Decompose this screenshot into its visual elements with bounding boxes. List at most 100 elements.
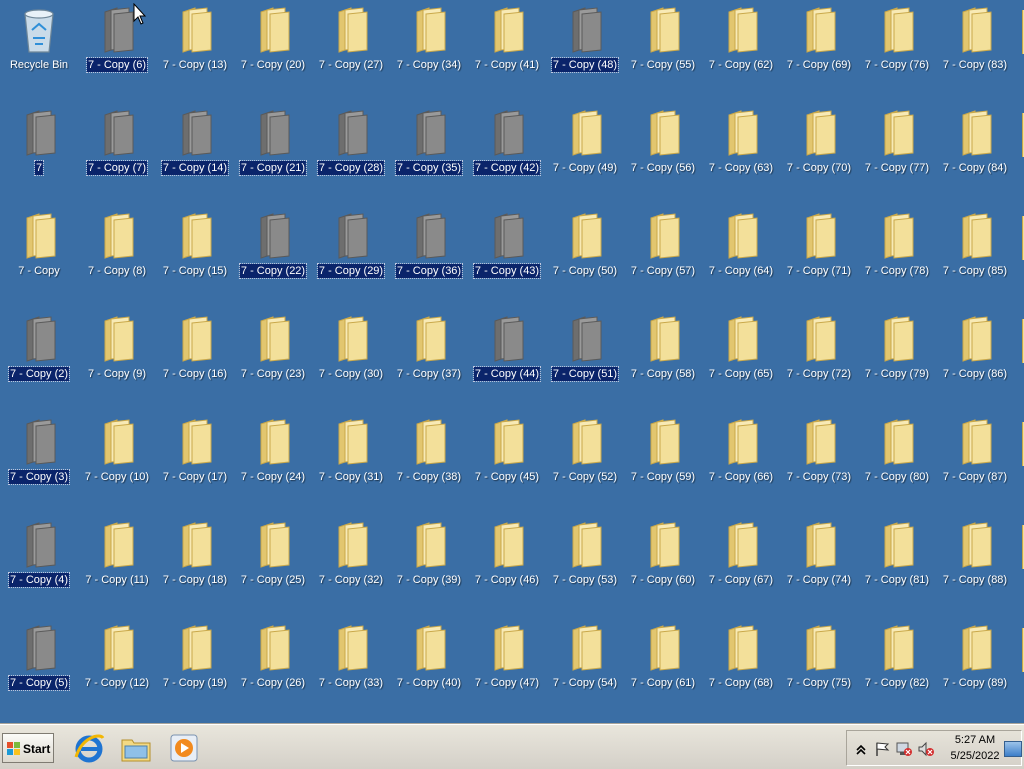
partial-folder-icon[interactable]: [1018, 8, 1024, 60]
folder-desktop-icon[interactable]: 7 - Copy (35): [390, 103, 468, 203]
internet-explorer-icon[interactable]: [72, 731, 106, 765]
recycle-bin-desktop-icon[interactable]: Recycle Bin: [0, 0, 78, 100]
folder-desktop-icon[interactable]: 7 - Copy (8): [78, 206, 156, 306]
folder-desktop-icon[interactable]: 7 - Copy (14): [156, 103, 234, 203]
folder-desktop-icon[interactable]: 7 - Copy (44): [468, 309, 546, 409]
folder-desktop-icon[interactable]: 7 - Copy (80): [858, 412, 936, 512]
folder-desktop-icon[interactable]: 7 - Copy (5): [0, 618, 78, 718]
desktop[interactable]: Recycle Bin 7 7 - Copy 7 - Copy (2) 7 - Cop…: [0, 0, 1024, 724]
folder-desktop-icon[interactable]: 7 - Copy (4): [0, 515, 78, 615]
folder-desktop-icon[interactable]: 7 - Copy (62): [702, 0, 780, 100]
show-hidden-icons-chevron[interactable]: [852, 741, 870, 757]
folder-desktop-icon[interactable]: 7 - Copy (79): [858, 309, 936, 409]
folder-desktop-icon[interactable]: 7 - Copy (23): [234, 309, 312, 409]
clock-time[interactable]: 5:27 AM: [935, 734, 1015, 746]
folder-desktop-icon[interactable]: 7 - Copy (70): [780, 103, 858, 203]
clock-date[interactable]: 5/25/2022: [935, 750, 1015, 762]
partial-folder-icon[interactable]: [1018, 523, 1024, 575]
folder-desktop-icon[interactable]: 7 - Copy (36): [390, 206, 468, 306]
folder-desktop-icon[interactable]: 7 - Copy (11): [78, 515, 156, 615]
folder-desktop-icon[interactable]: 7 - Copy (39): [390, 515, 468, 615]
folder-desktop-icon[interactable]: 7 - Copy (24): [234, 412, 312, 512]
folder-desktop-icon[interactable]: 7 - Copy (56): [624, 103, 702, 203]
action-center-flag-icon[interactable]: [873, 741, 891, 757]
volume-muted-icon[interactable]: [917, 741, 935, 757]
folder-desktop-icon[interactable]: 7 - Copy (3): [0, 412, 78, 512]
folder-desktop-icon[interactable]: 7 - Copy (31): [312, 412, 390, 512]
folder-desktop-icon[interactable]: 7 - Copy (78): [858, 206, 936, 306]
folder-desktop-icon[interactable]: 7 - Copy (61): [624, 618, 702, 718]
folder-desktop-icon[interactable]: 7 - Copy (19): [156, 618, 234, 718]
folder-desktop-icon[interactable]: 7 - Copy (66): [702, 412, 780, 512]
folder-desktop-icon[interactable]: 7 - Copy (28): [312, 103, 390, 203]
folder-desktop-icon[interactable]: 7 - Copy (74): [780, 515, 858, 615]
folder-desktop-icon[interactable]: 7 - Copy (69): [780, 0, 858, 100]
folder-desktop-icon[interactable]: 7 - Copy (85): [936, 206, 1014, 306]
partial-folder-icon[interactable]: [1018, 317, 1024, 369]
folder-desktop-icon[interactable]: 7 - Copy (52): [546, 412, 624, 512]
folder-desktop-icon[interactable]: 7 - Copy (46): [468, 515, 546, 615]
folder-desktop-icon[interactable]: 7 - Copy (37): [390, 309, 468, 409]
folder-desktop-icon[interactable]: 7 - Copy (7): [78, 103, 156, 203]
folder-desktop-icon[interactable]: 7 - Copy (41): [468, 0, 546, 100]
folder-desktop-icon[interactable]: 7 - Copy (72): [780, 309, 858, 409]
show-desktop-button[interactable]: [1004, 741, 1022, 757]
folder-desktop-icon[interactable]: 7 - Copy (27): [312, 0, 390, 100]
folder-desktop-icon[interactable]: 7 - Copy (45): [468, 412, 546, 512]
folder-desktop-icon[interactable]: 7 - Copy (60): [624, 515, 702, 615]
folder-desktop-icon[interactable]: 7 - Copy (50): [546, 206, 624, 306]
folder-desktop-icon[interactable]: 7 - Copy (65): [702, 309, 780, 409]
folder-desktop-icon[interactable]: 7 - Copy (87): [936, 412, 1014, 512]
folder-desktop-icon[interactable]: 7 - Copy (20): [234, 0, 312, 100]
folder-desktop-icon[interactable]: 7 - Copy (22): [234, 206, 312, 306]
folder-desktop-icon[interactable]: 7 - Copy (49): [546, 103, 624, 203]
folder-desktop-icon[interactable]: 7 - Copy (43): [468, 206, 546, 306]
folder-desktop-icon[interactable]: 7 - Copy (17): [156, 412, 234, 512]
partial-folder-icon[interactable]: [1018, 214, 1024, 266]
folder-desktop-icon[interactable]: 7 - Copy (86): [936, 309, 1014, 409]
folder-desktop-icon[interactable]: 7 - Copy (32): [312, 515, 390, 615]
folder-desktop-icon[interactable]: 7 - Copy (40): [390, 618, 468, 718]
folder-desktop-icon[interactable]: 7 - Copy (10): [78, 412, 156, 512]
folder-desktop-icon[interactable]: 7 - Copy (71): [780, 206, 858, 306]
partial-folder-icon[interactable]: [1018, 626, 1024, 678]
folder-desktop-icon[interactable]: 7 - Copy (48): [546, 0, 624, 100]
folder-desktop-icon[interactable]: 7 - Copy (13): [156, 0, 234, 100]
folder-desktop-icon[interactable]: 7 - Copy (25): [234, 515, 312, 615]
folder-desktop-icon[interactable]: 7 - Copy (42): [468, 103, 546, 203]
folder-desktop-icon[interactable]: 7 - Copy (57): [624, 206, 702, 306]
folder-desktop-icon[interactable]: 7 - Copy (89): [936, 618, 1014, 718]
network-disconnected-icon[interactable]: [895, 741, 913, 757]
folder-desktop-icon[interactable]: 7 - Copy (67): [702, 515, 780, 615]
folder-desktop-icon[interactable]: 7 - Copy (55): [624, 0, 702, 100]
folder-desktop-icon[interactable]: 7 - Copy (82): [858, 618, 936, 718]
folder-desktop-icon[interactable]: 7 - Copy (30): [312, 309, 390, 409]
folder-desktop-icon[interactable]: 7 - Copy (88): [936, 515, 1014, 615]
folder-desktop-icon[interactable]: 7 - Copy (83): [936, 0, 1014, 100]
folder-desktop-icon[interactable]: 7 - Copy (81): [858, 515, 936, 615]
folder-desktop-icon[interactable]: 7 - Copy (9): [78, 309, 156, 409]
folder-desktop-icon[interactable]: 7 - Copy (26): [234, 618, 312, 718]
partial-folder-icon[interactable]: [1018, 420, 1024, 472]
windows-explorer-icon[interactable]: [119, 731, 153, 765]
folder-desktop-icon[interactable]: 7 - Copy (76): [858, 0, 936, 100]
folder-desktop-icon[interactable]: 7 - Copy (16): [156, 309, 234, 409]
folder-desktop-icon[interactable]: 7 - Copy (58): [624, 309, 702, 409]
folder-desktop-icon[interactable]: 7 - Copy (2): [0, 309, 78, 409]
folder-desktop-icon[interactable]: 7 - Copy (63): [702, 103, 780, 203]
folder-desktop-icon[interactable]: 7 - Copy (64): [702, 206, 780, 306]
folder-desktop-icon[interactable]: 7 - Copy (47): [468, 618, 546, 718]
folder-desktop-icon[interactable]: 7 - Copy (68): [702, 618, 780, 718]
start-button[interactable]: Start: [2, 733, 54, 763]
folder-desktop-icon[interactable]: 7 - Copy (75): [780, 618, 858, 718]
media-player-icon[interactable]: [168, 731, 202, 765]
folder-desktop-icon[interactable]: 7 - Copy (12): [78, 618, 156, 718]
folder-desktop-icon[interactable]: 7: [0, 103, 78, 203]
folder-desktop-icon[interactable]: 7 - Copy (38): [390, 412, 468, 512]
folder-desktop-icon[interactable]: 7 - Copy (53): [546, 515, 624, 615]
folder-desktop-icon[interactable]: 7 - Copy (84): [936, 103, 1014, 203]
folder-desktop-icon[interactable]: 7 - Copy (29): [312, 206, 390, 306]
folder-desktop-icon[interactable]: 7 - Copy (59): [624, 412, 702, 512]
folder-desktop-icon[interactable]: 7 - Copy (33): [312, 618, 390, 718]
folder-desktop-icon[interactable]: 7 - Copy (15): [156, 206, 234, 306]
